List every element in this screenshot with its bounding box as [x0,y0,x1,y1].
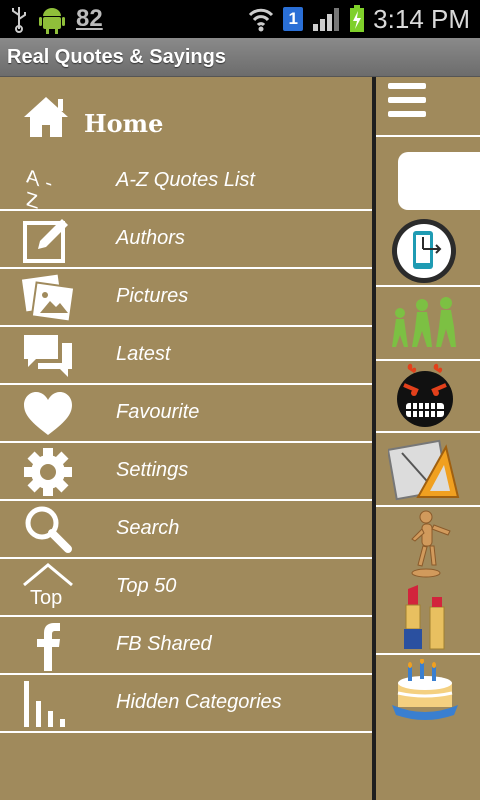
usb-icon [12,7,26,33]
category-tile[interactable] [376,217,480,285]
status-left: 82 [10,4,103,34]
drawer-item-favourite[interactable]: Favourite [0,385,374,443]
drawer-item-latest[interactable]: Latest [0,327,374,385]
home-icon [24,97,68,137]
notification-count: 82 [76,5,103,32]
status-bar: 82 1 3:14 PM [0,0,480,38]
az-icon: A-Z [22,157,74,216]
drawer-item-label: Pictures [116,285,189,307]
signal-icon [313,8,340,31]
edit-icon [23,219,68,263]
app-title: Real Quotes & Sayings [7,46,226,68]
sim-badge: 1 [283,7,304,31]
drawer-item-top-50[interactable]: Top Top 50 [0,559,374,617]
drawer-item-authors[interactable]: Authors [0,211,374,269]
gear-icon [24,448,72,496]
drawer-item-label: Hidden Categories [116,691,282,713]
drawer-item-label: FB Shared [116,633,212,655]
drawer-item-label: Settings [116,459,189,481]
lipstick-icon [404,585,445,650]
category-tile[interactable] [376,655,480,727]
category-tile[interactable] [376,359,480,433]
angry-face-icon [397,363,453,427]
chevron-up-icon [23,563,73,587]
white-tab-panel [398,152,480,210]
android-icon [39,8,65,34]
category-tile[interactable] [376,433,480,507]
wifi-icon [249,8,274,32]
battery-charging-icon [350,5,365,32]
facebook-icon [37,623,60,671]
chat-icon [24,335,72,377]
drawer-item-label: Latest [116,343,171,365]
category-tile[interactable] [376,507,480,579]
walking-people-icon [392,297,456,347]
drafting-tools-icon [388,439,460,501]
pictures-icon [22,274,74,323]
category-tile[interactable] [376,285,480,361]
category-tile[interactable] [376,581,480,655]
app-title-bar: Real Quotes & Sayings [0,38,480,77]
drawer-item-hidden-categories[interactable]: Hidden Categories [0,675,374,733]
drawer-item-label: Authors [116,227,185,249]
birthday-cake-icon [392,659,458,720]
phone-share-icon [392,219,456,283]
main-content-peek [376,77,480,800]
drawer-item-label: Favourite [116,401,200,423]
drawer-item-settings[interactable]: Settings [0,443,374,501]
navigation-drawer: Home A-Z A-Z Quotes List Authors Picture… [0,77,374,800]
heart-icon [24,392,72,435]
menu-toggle-cell [376,77,480,137]
wooden-mannequin-icon [411,510,451,578]
drawer-item-label: Search [116,517,180,539]
search-icon [25,506,72,553]
drawer-item-az-quotes-list[interactable]: A-Z A-Z Quotes List [0,153,374,216]
top-icon-text: Top [30,587,63,609]
drawer-item-label: Top 50 [116,575,177,597]
status-time: 3:14 PM [373,3,470,34]
drawer-item-label: A-Z Quotes List [116,169,255,191]
status-right: 1 3:14 PM [247,2,470,36]
hamburger-menu-icon[interactable] [388,83,428,125]
drawer-item-pictures[interactable]: Pictures [0,269,374,327]
drawer-item-search[interactable]: Search [0,501,374,559]
home-label: Home [84,109,164,138]
top-icon: Top [22,563,74,613]
drawer-item-fb-shared[interactable]: FB Shared [0,617,374,675]
bars-icon [24,681,65,727]
